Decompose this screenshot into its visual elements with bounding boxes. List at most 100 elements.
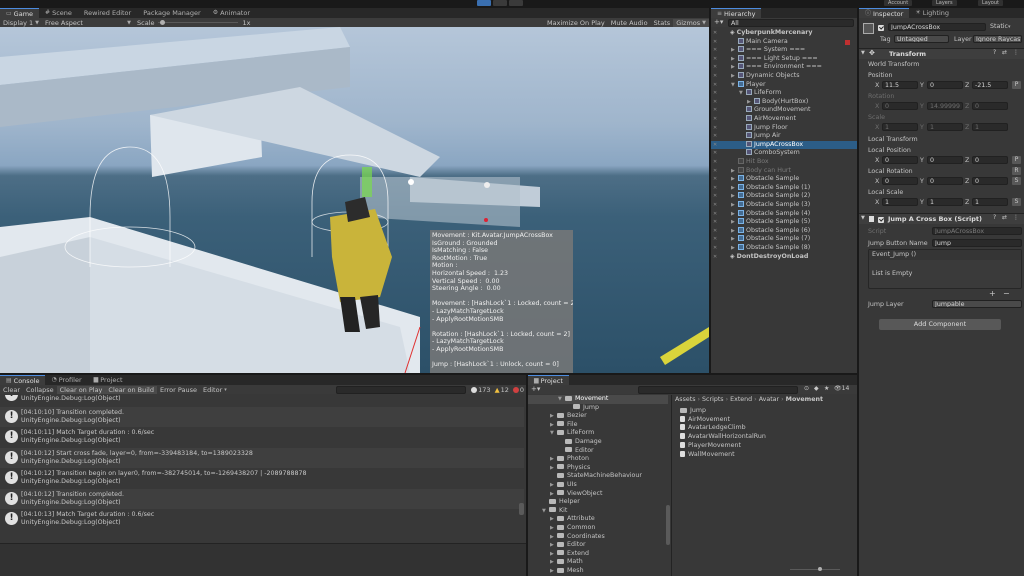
hierarchy-item[interactable]: ✕ ComboSystem [711,149,857,158]
transform-side-button[interactable]: P [1012,156,1021,164]
visibility-icon[interactable]: ✕ [713,227,717,236]
chevron-right-icon[interactable]: ▶ [550,567,557,576]
pause-button[interactable] [493,0,507,6]
mute-audio-toggle[interactable]: Mute Audio [608,19,651,27]
project-folder-item[interactable]: ▶ Physics [528,464,668,473]
project-file-item[interactable]: AvatarWallHorizontalRun [680,433,855,442]
visibility-icon[interactable]: ✕ [713,132,717,141]
chevron-right-icon[interactable]: ▶ [731,210,738,219]
chevron-right-icon[interactable]: ▶ [550,421,557,430]
hierarchy-item[interactable]: ✕ ▶ === Environment === [711,63,857,72]
chevron-right-icon[interactable]: ▶ [731,55,738,64]
chevron-right-icon[interactable]: ▶ [731,175,738,184]
project-file-item[interactable]: AirMovement [680,415,855,425]
hierarchy-item[interactable]: ✕ ◈ DontDestroyOnLoad [711,253,857,262]
project-tree-scrollbar[interactable] [666,505,670,545]
console-scrollbar[interactable] [519,397,524,517]
scale-slider[interactable] [157,19,238,27]
hierarchy-item[interactable]: ✕ Jump Floor [711,123,857,133]
tab-project-small[interactable]: ▆ Project [88,375,129,385]
gizmos-dropdown[interactable]: Gizmos ▼ [673,18,709,27]
chevron-right-icon[interactable]: ▶ [731,218,738,227]
hierarchy-item[interactable]: ✕ ▶ === System === [711,46,857,55]
visibility-icon[interactable]: ✕ [713,244,717,253]
hierarchy-item[interactable]: ✕ ▶ Obstacle Sample (2) [711,192,857,201]
stats-toggle[interactable]: Stats [651,19,674,27]
error-pause-button[interactable]: Error Pause [157,386,200,394]
component-header[interactable]: ▼ Jump A Cross Box (Script) ? ⇄ ⋮ [859,213,1024,224]
visibility-icon[interactable]: ✕ [713,158,717,167]
transform-side-button[interactable]: S [1012,177,1021,185]
tab-hierarchy[interactable]: ≡ Hierarchy [711,8,762,18]
step-button[interactable] [509,0,523,6]
transform-value-field[interactable]: 1 [972,198,1008,206]
visibility-icon[interactable]: ✕ [713,201,717,210]
transform-value-field[interactable]: 11.5 [882,81,918,89]
menu-icon[interactable]: ⋮ [1013,49,1019,56]
visibility-icon[interactable]: ✕ [713,175,717,184]
preset-icon[interactable]: ⇄ [1002,49,1007,56]
visibility-icon[interactable]: ✕ [713,149,717,158]
visibility-icon[interactable]: ✕ [713,218,717,227]
chevron-right-icon[interactable]: ▶ [731,46,738,55]
tab-scene[interactable]: # Scene [39,8,78,18]
project-file-item[interactable]: PlayerMovement [680,441,855,451]
preset-icon[interactable]: ⇄ [1002,214,1007,221]
clear-button[interactable]: Clear [0,386,23,394]
chevron-right-icon[interactable]: ▶ [731,63,738,72]
display-dropdown[interactable]: Display 1 ▼ [0,19,42,27]
info-count-toggle[interactable]: 173 [469,386,492,394]
game-viewport[interactable]: Movement : Kit.Avatar.JumpACrossBox IsGr… [0,27,709,373]
layer-dropdown[interactable]: Ignore Raycast [973,35,1022,43]
visibility-icon[interactable]: ✕ [713,167,717,176]
visibility-icon[interactable]: ✕ [713,115,717,124]
static-dropdown[interactable]: Static▾ [990,23,1023,30]
tab-profiler[interactable]: ◔ Profiler [45,375,87,385]
visibility-icon[interactable]: ✕ [713,38,717,47]
hierarchy-item[interactable]: ✕ ▶ Obstacle Sample (4) [711,209,857,219]
transform-header[interactable]: ▼ ✥ Transform ? ⇄ ⋮ [859,48,1024,59]
console-scrollbar-thumb[interactable] [519,503,524,515]
project-folder-item[interactable]: ▼ LifeForm [528,429,668,438]
hierarchy-item[interactable]: ✕ ▶ Body can Hurt [711,166,857,176]
hierarchy-item[interactable]: ✕ ▶ === Light Setup === [711,54,857,64]
console-search-input[interactable] [336,385,467,394]
chevron-right-icon[interactable]: ▶ [550,490,557,499]
tab-game[interactable]: ▭ Game [0,8,40,18]
project-folder-item[interactable]: ▼ Kit [528,507,668,516]
console-entry[interactable]: !UnityEngine.Debug:Log(Object) [0,395,524,405]
project-folder-item[interactable]: ▶ ViewObject [528,490,668,499]
project-folder-item[interactable]: StateMachineBehaviour [528,472,668,481]
chevron-right-icon[interactable]: ▶ [550,515,557,524]
visibility-icon[interactable]: ✕ [713,253,717,262]
help-icon[interactable]: ? [993,214,996,221]
console-entry[interactable]: ! [04:10:12] Start cross fade, layer=0, f… [0,447,524,468]
visibility-icon[interactable]: ✕ [713,98,717,107]
visibility-icon[interactable]: ✕ [713,72,717,81]
console-entry[interactable]: ! [04:10:12] Transition completed. UnityEn… [0,488,524,509]
layers-button[interactable]: Layers [932,0,957,6]
chevron-right-icon[interactable]: ▶ [731,244,738,253]
visibility-icon[interactable]: ✕ [713,29,717,38]
collapse-button[interactable]: Collapse [23,386,57,394]
event-remove-button[interactable]: − [1003,289,1010,298]
transform-value-field[interactable]: 0 [972,156,1008,164]
project-folder-item[interactable]: Editor [528,447,668,456]
hierarchy-item[interactable]: ✕ ◈ CyberpunkMercenary [711,29,857,38]
chevron-right-icon[interactable]: ▶ [731,227,738,236]
error-count-toggle[interactable]: 0 [511,386,526,394]
visibility-icon[interactable]: ✕ [713,192,717,201]
component-enabled-checkbox[interactable] [878,216,884,224]
transform-value-field[interactable]: 0 [972,177,1008,185]
visibility-icon[interactable]: ✕ [713,81,717,90]
breadcrumb-item[interactable]: Avatar [759,396,779,403]
visibility-icon[interactable]: ✕ [713,55,717,64]
warning-count-toggle[interactable]: ▲ 12 [493,386,511,394]
hierarchy-item[interactable]: ✕ AirMovement [711,115,857,124]
breadcrumb-item[interactable]: Assets [675,396,696,403]
hierarchy-item[interactable]: ✕ ▶ Obstacle Sample (3) [711,201,857,210]
chevron-down-icon[interactable]: ▼ [558,395,565,404]
chevron-right-icon[interactable]: ▶ [550,524,557,533]
hierarchy-item[interactable]: ✕ ▶ Obstacle Sample [711,175,857,184]
add-icon[interactable]: +▾ [531,385,540,393]
